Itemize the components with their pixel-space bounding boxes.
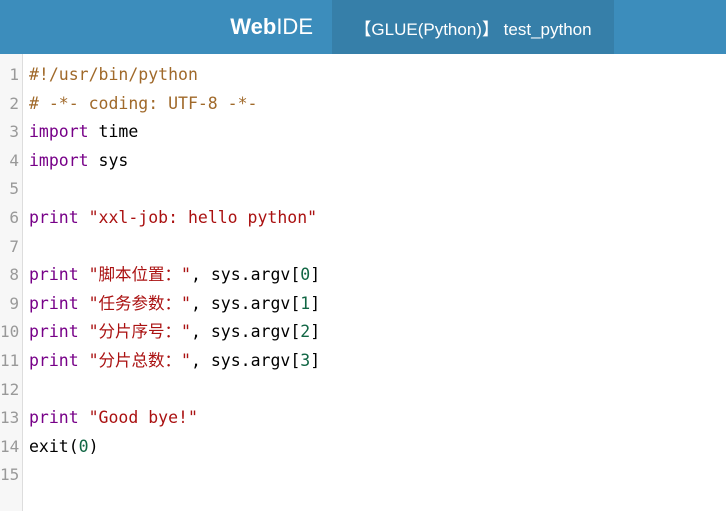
code-editor[interactable]: 1 #!/usr/bin/python 2 # -*- coding: UTF-8 -… — [0, 54, 726, 511]
line-number: 10 — [0, 322, 20, 342]
code-line[interactable]: 9 print "任务参数：", sys.argv[1] — [0, 290, 726, 318]
line-number: 6 — [9, 208, 19, 227]
code-token-comment: # -*- coding: UTF-8 -*- — [29, 93, 258, 113]
code-token-plain: time — [88, 122, 139, 142]
code-text: import sys — [29, 147, 128, 175]
line-number: 1 — [9, 65, 19, 84]
code-line[interactable]: 10 print "分片序号：", sys.argv[2] — [0, 318, 726, 346]
code-line[interactable]: 3 import time — [0, 118, 726, 146]
code-line[interactable]: 11 print "分片总数：", sys.argv[3] — [0, 347, 726, 375]
line-number: 2 — [9, 93, 19, 113]
code-text: import time — [29, 118, 138, 146]
code-text: print "脚本位置：", sys.argv[0] — [29, 261, 320, 289]
code-line[interactable]: 15 — [0, 461, 726, 489]
code-token-keyword: print — [29, 408, 79, 428]
code-token-comment: #!/usr/bin/python — [29, 65, 198, 84]
code-token-keyword: import — [29, 122, 89, 142]
code-token-keyword: print — [29, 322, 79, 342]
line-number: 3 — [9, 122, 19, 142]
code-text: print "任务参数：", sys.argv[1] — [29, 290, 320, 318]
line-number: 15 — [0, 465, 20, 485]
line-number: 11 — [0, 351, 20, 370]
code-token-plain: ) — [88, 436, 99, 456]
code-token-string: "Good bye!" — [88, 408, 198, 428]
code-token-plain: , sys.argv[ — [190, 265, 301, 285]
code-token-plain: exit( — [29, 436, 79, 456]
code-token-number: 3 — [300, 351, 311, 370]
code-token-keyword: print — [29, 208, 79, 227]
line-number: 14 — [0, 436, 20, 456]
code-line[interactable]: 8 print "脚本位置：", sys.argv[0] — [0, 261, 726, 289]
code-token-plain: ] — [310, 322, 321, 342]
code-token-plain: , sys.argv[ — [190, 322, 301, 342]
code-token-string: "xxl-job: hello python" — [88, 208, 318, 227]
code-line[interactable]: 14 exit(0) — [0, 433, 726, 461]
brand-logo: Web IDE — [0, 0, 332, 54]
code-token-plain: , sys.argv[ — [190, 293, 301, 313]
header-bar: Web IDE 【GLUE(Python)】 test_python — [0, 0, 726, 54]
code-text: print "Good bye!" — [29, 404, 198, 432]
code-line[interactable]: 5 — [0, 175, 726, 203]
line-number: 4 — [9, 150, 19, 170]
code-token-plain: ] — [310, 265, 321, 285]
code-text: # -*- coding: UTF-8 -*- — [29, 90, 257, 118]
code-token-keyword: import — [29, 150, 89, 170]
line-number: 9 — [9, 293, 19, 313]
code-token-keyword: print — [29, 265, 79, 285]
code-text: print "分片总数：", sys.argv[3] — [29, 347, 320, 375]
code-token-number: 2 — [300, 322, 311, 342]
code-text: print "xxl-job: hello python" — [29, 204, 317, 232]
code-token-plain: ] — [310, 351, 321, 370]
code-line[interactable]: 12 — [0, 376, 726, 404]
line-number: 8 — [9, 265, 19, 285]
code-token-plain: ] — [310, 293, 321, 313]
code-token-number: 0 — [300, 265, 311, 285]
code-line[interactable]: 6 print "xxl-job: hello python" — [0, 204, 726, 232]
code-token-plain: sys — [88, 150, 129, 170]
brand-thin-text: IDE — [276, 14, 313, 39]
code-text: print "分片序号：", sys.argv[2] — [29, 318, 320, 346]
code-token-keyword: print — [29, 351, 79, 370]
code-text: exit(0) — [29, 433, 99, 461]
code-line[interactable]: 13 print "Good bye!" — [0, 404, 726, 432]
code-token-plain: , sys.argv[ — [190, 351, 301, 370]
line-number: 12 — [0, 379, 20, 399]
tab-label: 【GLUE(Python)】 test_python — [354, 19, 592, 39]
code-line[interactable]: 7 — [0, 233, 726, 261]
code-token-string: "分片序号：" — [88, 322, 191, 342]
code-token-string: "脚本位置：" — [88, 265, 191, 285]
tab-glue-python[interactable]: 【GLUE(Python)】 test_python — [332, 0, 614, 54]
code-token-keyword: print — [29, 293, 79, 313]
code-line[interactable]: 2 # -*- coding: UTF-8 -*- — [0, 90, 726, 118]
code-token-number: 0 — [78, 436, 89, 456]
code-token-number: 1 — [300, 293, 311, 313]
code-line[interactable]: 4 import sys — [0, 147, 726, 175]
brand-bold-text: Web — [230, 14, 277, 39]
line-number: 13 — [0, 408, 20, 428]
code-token-string: "任务参数：" — [88, 293, 191, 313]
line-number: 5 — [9, 179, 19, 199]
code-text: #!/usr/bin/python — [29, 61, 198, 89]
line-number: 7 — [9, 236, 19, 256]
code-line[interactable]: 1 #!/usr/bin/python — [0, 61, 726, 89]
code-token-string: "分片总数：" — [88, 351, 191, 370]
